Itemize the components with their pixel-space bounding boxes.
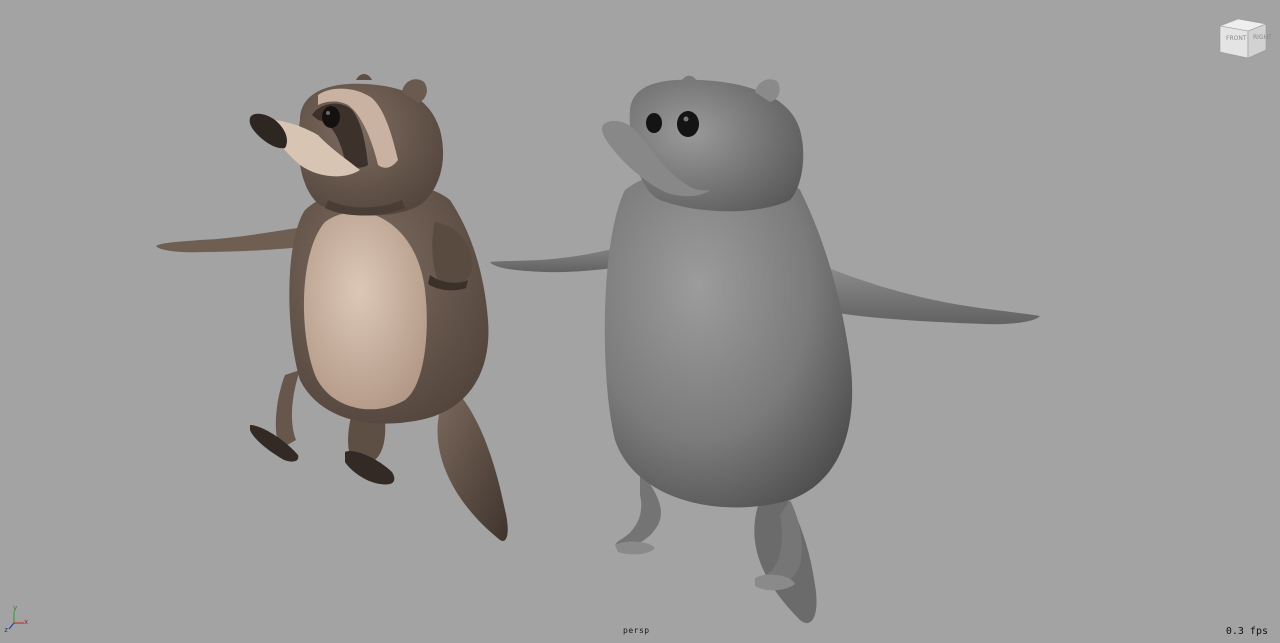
untextured-raccoon-model — [490, 75, 1040, 624]
view-cube-right-label[interactable]: RIGHT — [1253, 34, 1272, 41]
axis-y-label: y — [13, 604, 18, 612]
view-cube[interactable]: FRONT RIGHT — [1216, 16, 1272, 62]
axis-x-label: x — [24, 618, 29, 626]
fps-readout: 0.3 fps — [1225, 626, 1268, 637]
axis-gizmo: y x z — [4, 605, 32, 635]
scene-render — [156, 74, 1040, 624]
maya-viewport[interactable]: FRONT RIGHT y x z persp 0.3 fps — [0, 0, 1280, 643]
textured-raccoon-model — [156, 74, 508, 541]
axis-z-label: z — [4, 626, 9, 634]
view-cube-front-label[interactable]: FRONT — [1226, 35, 1247, 42]
camera-name-label: persp — [623, 626, 650, 635]
